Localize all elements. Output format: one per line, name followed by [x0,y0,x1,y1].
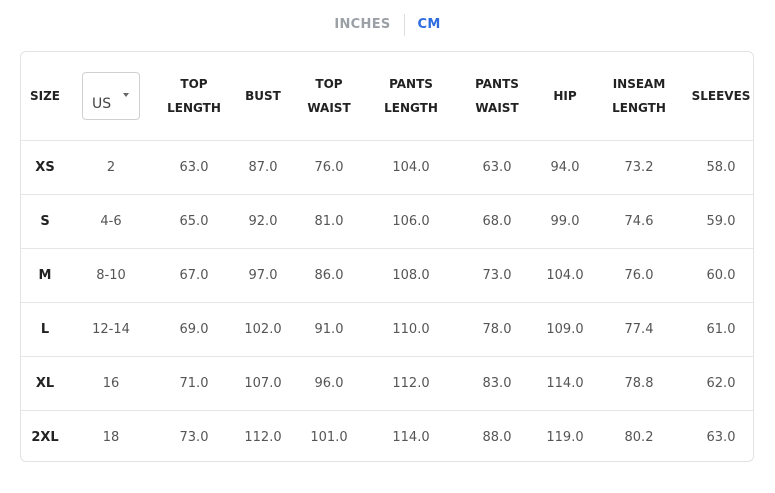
tab-inches[interactable]: INCHES [321,15,403,35]
cell-sleeves: 63.0 [687,410,753,461]
cell-inseam-length: 80.2 [591,410,687,461]
cell-pants-length: 104.0 [367,140,455,195]
cell-sleeves: 59.0 [687,194,753,249]
cell-pants-length: 114.0 [367,410,455,461]
chevron-down-icon [123,93,129,97]
cell-pants-waist: 68.0 [455,194,539,249]
cell-inseam-length: 76.0 [591,248,687,303]
header-pants-length: PANTS LENGTH [384,77,438,115]
size-chart-table: SIZE US TOP LENGTH BUST TOP WAIST PANTS LEN… [21,52,753,461]
cell-pants-waist: 88.0 [455,410,539,461]
region-select-value: US [92,96,112,112]
tab-cm[interactable]: CM [405,15,454,35]
cell-inseam-length: 74.6 [591,194,687,249]
cell-sleeves: 62.0 [687,356,753,411]
cell-us: 16 [69,356,153,411]
cell-top-length: 71.0 [153,356,235,411]
cell-bust: 92.0 [235,194,291,249]
cell-inseam-length: 73.2 [591,140,687,195]
cell-hip: 104.0 [539,248,591,303]
cell-us: 8-10 [69,248,153,303]
header-pants-waist: PANTS WAIST [475,77,519,115]
header-sleeves: SLEEVES [691,89,751,103]
table-row: 2XL 18 73.0 112.0 101.0 114.0 88.0 119.0… [21,410,753,461]
cell-top-length: 63.0 [153,140,235,195]
cell-hip: 114.0 [539,356,591,411]
cell-top-waist: 101.0 [291,410,367,461]
cell-size: XS [21,140,69,195]
cell-us: 2 [69,140,153,195]
cell-us: 12-14 [69,302,153,357]
header-top-waist: TOP WAIST [307,77,351,115]
cell-sleeves: 61.0 [687,302,753,357]
cell-top-length: 73.0 [153,410,235,461]
cell-top-length: 65.0 [153,194,235,249]
cell-size: 2XL [21,410,69,461]
cell-top-waist: 96.0 [291,356,367,411]
unit-toggle: INCHES CM [0,14,775,36]
cell-pants-waist: 83.0 [455,356,539,411]
table-row: XS 2 63.0 87.0 76.0 104.0 63.0 94.0 73.2… [21,140,753,195]
cell-hip: 119.0 [539,410,591,461]
header-top-length: TOP LENGTH [167,77,221,115]
cell-bust: 112.0 [235,410,291,461]
cell-top-length: 67.0 [153,248,235,303]
cell-size: XL [21,356,69,411]
cell-sleeves: 58.0 [687,140,753,195]
cell-pants-waist: 63.0 [455,140,539,195]
cell-top-waist: 86.0 [291,248,367,303]
header-size: SIZE [29,89,60,103]
cell-pants-length: 106.0 [367,194,455,249]
cell-sleeves: 60.0 [687,248,753,303]
cell-top-waist: 91.0 [291,302,367,357]
cell-hip: 99.0 [539,194,591,249]
table-row: XL 16 71.0 107.0 96.0 112.0 83.0 114.0 7… [21,356,753,411]
cell-size: L [21,302,69,357]
cell-pants-length: 112.0 [367,356,455,411]
cell-pants-length: 110.0 [367,302,455,357]
header-inseam-length: INSEAM LENGTH [612,77,666,115]
header-hip: HIP [553,89,577,103]
cell-bust: 107.0 [235,356,291,411]
cell-size: M [21,248,69,303]
cell-pants-waist: 73.0 [455,248,539,303]
cell-us: 4-6 [69,194,153,249]
cell-size: S [21,194,69,249]
cell-bust: 102.0 [235,302,291,357]
cell-hip: 109.0 [539,302,591,357]
cell-top-waist: 81.0 [291,194,367,249]
header-region: US [69,52,153,141]
size-chart-card: SIZE US TOP LENGTH BUST TOP WAIST PANTS LEN… [20,51,754,462]
cell-pants-length: 108.0 [367,248,455,303]
cell-us: 18 [69,410,153,461]
cell-bust: 97.0 [235,248,291,303]
region-select[interactable]: US [82,72,140,120]
cell-bust: 87.0 [235,140,291,195]
table-row: M 8-10 67.0 97.0 86.0 108.0 73.0 104.0 7… [21,248,753,303]
cell-top-length: 69.0 [153,302,235,357]
table-row: L 12-14 69.0 102.0 91.0 110.0 78.0 109.0… [21,302,753,357]
header-bust: BUST [245,89,281,103]
table-header-row: SIZE US TOP LENGTH BUST TOP WAIST PANTS LEN… [21,52,753,141]
table-row: S 4-6 65.0 92.0 81.0 106.0 68.0 99.0 74.… [21,194,753,249]
cell-hip: 94.0 [539,140,591,195]
cell-inseam-length: 78.8 [591,356,687,411]
cell-top-waist: 76.0 [291,140,367,195]
cell-pants-waist: 78.0 [455,302,539,357]
cell-inseam-length: 77.4 [591,302,687,357]
